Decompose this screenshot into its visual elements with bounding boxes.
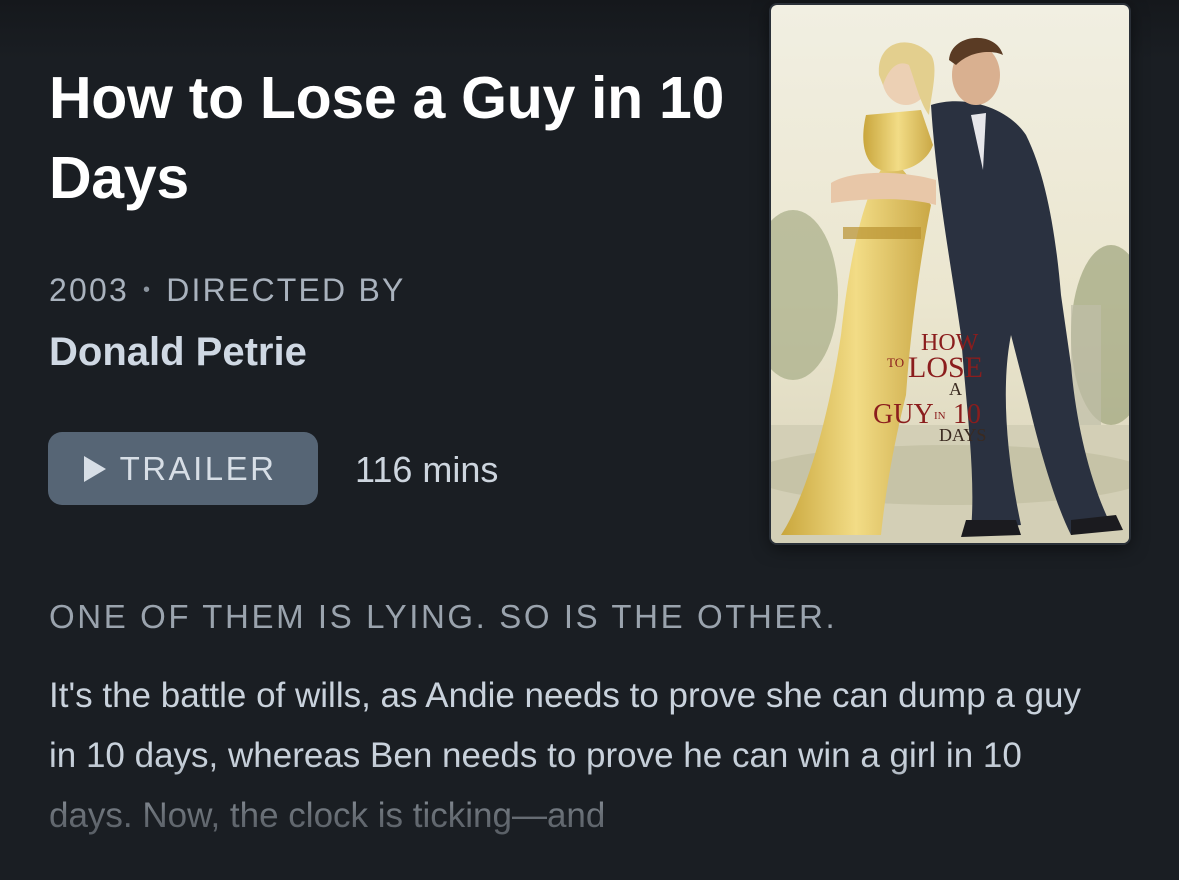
separator-dot: • xyxy=(143,279,153,301)
synopsis[interactable]: It's the battle of wills, as Andie needs… xyxy=(49,666,1109,846)
poster-logo-a: A xyxy=(949,379,962,399)
runtime: 116 mins xyxy=(355,449,499,490)
poster-logo-lose: LOSE xyxy=(908,351,983,384)
tagline: ONE OF THEM IS LYING. SO IS THE OTHER. xyxy=(49,598,838,635)
trailer-button[interactable]: TRAILER xyxy=(48,432,318,505)
directed-by-label: DIRECTED BY xyxy=(166,272,406,308)
poster-logo-days: DAYS xyxy=(939,425,986,445)
movie-meta: 2003 • DIRECTED BY xyxy=(49,272,406,309)
movie-title: How to Lose a Guy in 10 Days xyxy=(49,65,724,211)
poster-logo-in: IN xyxy=(934,410,946,422)
movie-poster[interactable]: HOW TO LOSE A GUY IN 10 DAYS xyxy=(771,5,1129,543)
director-name[interactable]: Donald Petrie xyxy=(49,330,307,375)
poster-logo-guy: GUY xyxy=(873,399,934,430)
play-icon xyxy=(83,455,106,482)
poster-logo-to: TO xyxy=(887,355,904,370)
release-year: 2003 xyxy=(49,272,129,308)
trailer-label: TRAILER xyxy=(119,449,277,487)
